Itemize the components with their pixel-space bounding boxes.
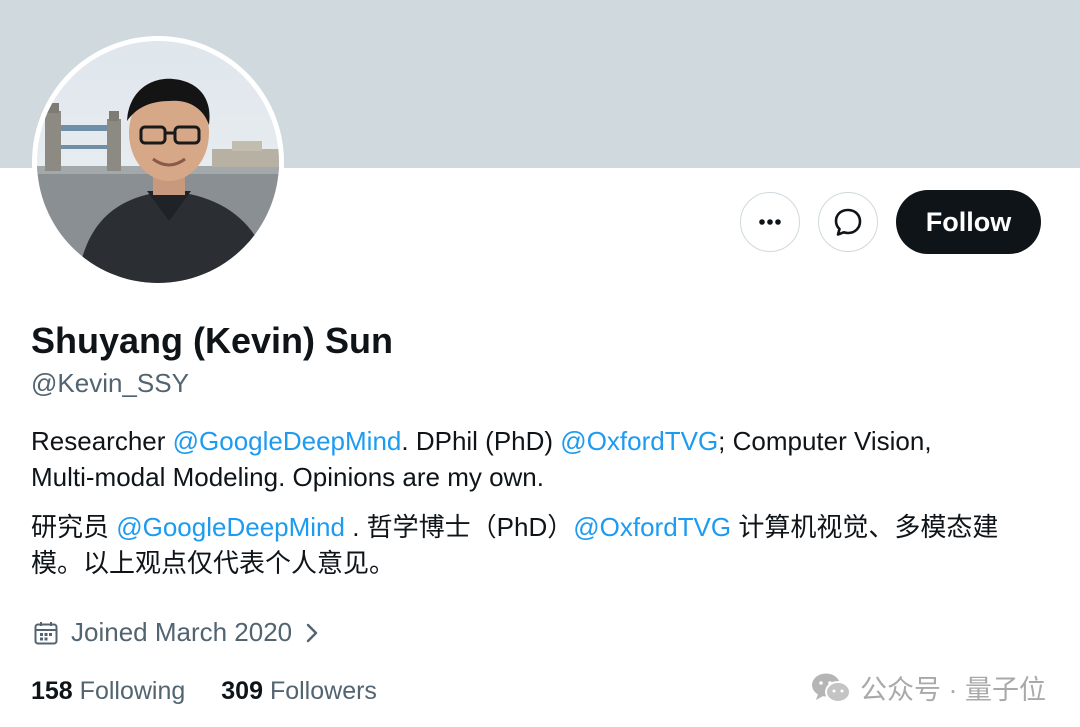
avatar-photo xyxy=(37,41,279,283)
avatar[interactable] xyxy=(37,41,279,283)
watermark-text: 公众号 · 量子位 xyxy=(860,675,1046,705)
mention-link-googledeepmind[interactable]: @GoogleDeepMind xyxy=(116,512,345,542)
bio-text: 计算机视觉、多模态建 xyxy=(731,512,999,542)
bio-text: . DPhil (PhD) xyxy=(401,426,561,456)
following-label: Following xyxy=(79,677,186,705)
message-bubble-icon xyxy=(834,208,862,236)
bio-english-line-1: Researcher @GoogleDeepMind. DPhil (PhD) … xyxy=(31,423,1041,459)
followers-label: Followers xyxy=(269,677,377,705)
bio-text: ; Computer Vision, xyxy=(718,426,932,456)
bio-text: 研究员 xyxy=(31,512,117,542)
followers-count: 309 xyxy=(221,677,263,705)
mention-link-oxfordtvg[interactable]: @OxfordTVG xyxy=(560,426,718,456)
bio-chinese-line-2: 模。以上观点仅代表个人意见。 xyxy=(31,548,396,578)
followers-link[interactable]: 309 Followers xyxy=(221,677,377,706)
display-name: Shuyang (Kevin) Sun xyxy=(31,320,394,361)
user-handle: @Kevin_SSY xyxy=(31,368,189,398)
bio-chinese-line-1: 研究员 @GoogleDeepMind . 哲学博士（PhD）@OxfordTV… xyxy=(31,509,1041,545)
message-button[interactable] xyxy=(818,192,878,252)
profile-page: Follow Shuyang (Kevin) Sun @Kevin_SSY Re… xyxy=(0,0,1080,727)
bio-text: . 哲学博士（PhD） xyxy=(344,512,574,542)
calendar-icon xyxy=(34,621,58,644)
watermark: 公众号 · 量子位 xyxy=(810,668,1046,707)
mention-link-oxfordtvg[interactable]: @OxfordTVG xyxy=(573,512,731,542)
bio-chinese: 研究员 @GoogleDeepMind . 哲学博士（PhD）@OxfordTV… xyxy=(31,509,1041,581)
more-options-button[interactable] xyxy=(740,192,800,252)
joined-date-text: Joined March 2020 xyxy=(71,617,293,647)
bio-text: Researcher xyxy=(31,426,173,456)
follow-button[interactable]: Follow xyxy=(896,190,1041,254)
bio-english: Researcher @GoogleDeepMind. DPhil (PhD) … xyxy=(31,423,1041,495)
bio-english-line-2: Multi-modal Modeling. Opinions are my ow… xyxy=(31,462,544,492)
follow-stats: 158 Following 309 Followers xyxy=(31,677,413,706)
more-horizontal-icon xyxy=(759,219,781,225)
wechat-logo-icon xyxy=(812,673,851,703)
chevron-right-icon xyxy=(306,623,318,642)
joined-date[interactable]: Joined March 2020 xyxy=(33,617,322,648)
following-link[interactable]: 158 Following xyxy=(31,677,185,706)
following-count: 158 xyxy=(31,677,73,705)
mention-link-googledeepmind[interactable]: @GoogleDeepMind xyxy=(173,426,402,456)
